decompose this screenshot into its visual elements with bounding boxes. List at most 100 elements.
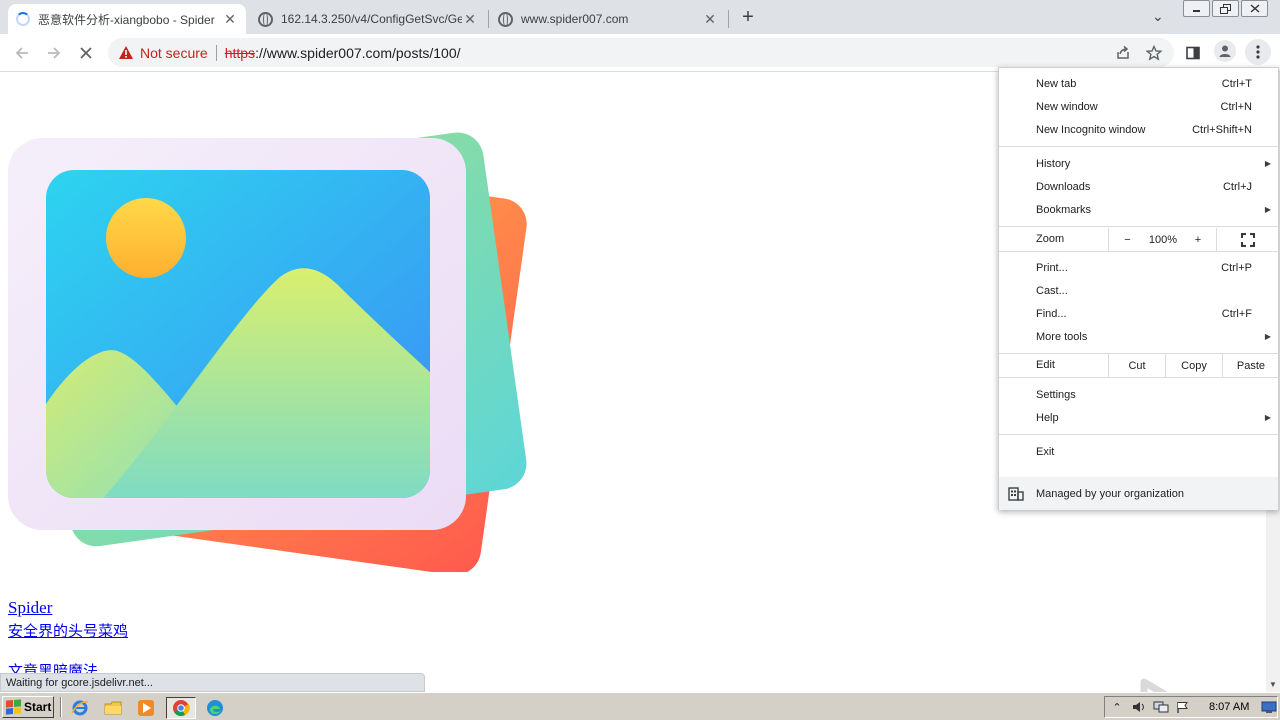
taskbar-clock[interactable]: 8:07 AM bbox=[1209, 701, 1249, 713]
menu-item-print[interactable]: Print... Ctrl+P bbox=[999, 256, 1279, 279]
url-text[interactable]: https://www.spider007.com/posts/100/ bbox=[225, 45, 461, 61]
share-icon[interactable] bbox=[1112, 42, 1134, 64]
menu-item-label: Settings bbox=[1036, 388, 1076, 401]
more-menu-button[interactable] bbox=[1245, 39, 1271, 65]
not-secure-label[interactable]: Not secure bbox=[140, 45, 208, 61]
menu-separator bbox=[999, 226, 1279, 227]
tab-spider[interactable]: 恶意软件分析-xiangbobo - Spider ✕ bbox=[8, 4, 246, 34]
fullscreen-button[interactable] bbox=[1216, 228, 1279, 251]
menu-item-shortcut: Ctrl+P bbox=[1221, 261, 1252, 274]
tab-title: 162.14.3.250/v4/ConfigGetSvc/Get bbox=[281, 12, 462, 26]
close-icon[interactable]: ✕ bbox=[702, 11, 718, 27]
url-scheme: https bbox=[224, 44, 256, 61]
menu-item-label: Help bbox=[1036, 411, 1059, 424]
menu-item-label: History bbox=[1036, 157, 1071, 170]
cut-button[interactable]: Cut bbox=[1108, 354, 1165, 377]
chrome-icon[interactable] bbox=[166, 697, 196, 719]
image-placeholder-illustration bbox=[8, 132, 527, 572]
menu-item-new-incognito-window[interactable]: New Incognito window Ctrl+Shift+N bbox=[999, 118, 1279, 141]
volume-icon[interactable] bbox=[1131, 700, 1147, 714]
side-panel-icon[interactable] bbox=[1182, 42, 1204, 64]
forward-arrow-icon bbox=[48, 47, 61, 59]
zoom-plus-icon: + bbox=[1194, 233, 1202, 246]
file-explorer-icon[interactable] bbox=[101, 697, 125, 719]
start-label: Start bbox=[24, 700, 52, 714]
zoom-value: 100% bbox=[1148, 233, 1178, 246]
minimize-button[interactable] bbox=[1183, 0, 1210, 17]
menu-item-label: Cast... bbox=[1036, 284, 1068, 297]
menu-item-find[interactable]: Find... Ctrl+F bbox=[999, 302, 1279, 325]
close-icon[interactable]: ✕ bbox=[222, 11, 238, 27]
site-title-link[interactable]: Spider bbox=[8, 598, 52, 618]
paste-button[interactable]: Paste bbox=[1222, 354, 1279, 377]
address-bar[interactable]: Not secure https://www.spider007.com/pos… bbox=[108, 38, 1174, 67]
site-subtitle-link[interactable]: 安全界的头号菜鸡 bbox=[8, 620, 128, 641]
tab-title: 恶意软件分析-xiangbobo - Spider bbox=[38, 12, 215, 27]
menu-item-bookmarks[interactable]: Bookmarks ▶ bbox=[999, 198, 1279, 221]
menu-item-settings[interactable]: Settings bbox=[999, 383, 1279, 406]
restore-button[interactable] bbox=[1212, 0, 1239, 17]
show-desktop-icon[interactable] bbox=[1261, 700, 1277, 714]
cut-label: Cut bbox=[1128, 359, 1146, 372]
zoom-level: 100% bbox=[1146, 228, 1180, 251]
tab-search-chevron-icon[interactable]: ⌄ bbox=[1152, 8, 1164, 25]
menu-separator bbox=[999, 146, 1279, 147]
action-center-flag-icon[interactable] bbox=[1175, 700, 1191, 714]
menu-item-new-tab[interactable]: New tab Ctrl+T bbox=[999, 72, 1279, 95]
stop-button[interactable] bbox=[75, 42, 97, 64]
menu-separator bbox=[999, 377, 1279, 378]
menu-edit-row: Edit Cut Copy Paste bbox=[999, 354, 1279, 377]
network-icon[interactable] bbox=[1153, 700, 1169, 714]
zoom-in-button[interactable]: + bbox=[1180, 228, 1216, 251]
edge-icon[interactable] bbox=[203, 697, 227, 719]
menu-item-label: Find... bbox=[1036, 307, 1067, 320]
bookmark-star-icon[interactable] bbox=[1143, 42, 1165, 64]
windows-taskbar: Start ⌃ 8:07 AM bbox=[0, 692, 1280, 720]
close-window-button[interactable] bbox=[1241, 0, 1268, 17]
menu-item-cast[interactable]: Cast... bbox=[999, 279, 1279, 302]
submenu-arrow-icon: ▶ bbox=[1264, 332, 1271, 341]
close-icon[interactable]: ✕ bbox=[462, 11, 478, 27]
fullscreen-icon bbox=[1241, 232, 1255, 247]
menu-item-label: More tools bbox=[1036, 330, 1088, 343]
submenu-arrow-icon: ▶ bbox=[1264, 413, 1271, 422]
copy-button[interactable]: Copy bbox=[1165, 354, 1222, 377]
show-hidden-icons-icon[interactable]: ⌃ bbox=[1109, 700, 1125, 714]
menu-item-label: New Incognito window bbox=[1036, 123, 1146, 136]
media-player-icon[interactable] bbox=[134, 697, 158, 719]
edit-label: Edit bbox=[1036, 359, 1055, 371]
globe-icon bbox=[258, 11, 273, 27]
new-tab-button[interactable]: + bbox=[737, 6, 759, 28]
tab-config[interactable]: 162.14.3.250/v4/ConfigGetSvc/Get ✕ bbox=[250, 4, 486, 34]
menu-item-history[interactable]: History ▶ bbox=[999, 152, 1279, 175]
close-icon bbox=[1250, 4, 1259, 13]
menu-item-label: Downloads bbox=[1036, 180, 1091, 193]
watermark-text-left: ANY bbox=[1038, 681, 1138, 692]
chrome-main-menu: New tab Ctrl+T New window Ctrl+N New Inc… bbox=[998, 67, 1279, 510]
scroll-down-arrow-icon[interactable]: ▼ bbox=[1266, 678, 1280, 692]
menu-item-label: New tab bbox=[1036, 77, 1077, 90]
internet-explorer-icon[interactable] bbox=[68, 697, 92, 719]
menu-item-more-tools[interactable]: More tools ▶ bbox=[999, 325, 1279, 348]
warning-icon[interactable] bbox=[118, 45, 134, 61]
menu-item-label: Exit bbox=[1036, 445, 1055, 458]
forward-button[interactable] bbox=[43, 42, 65, 64]
menu-item-new-window[interactable]: New window Ctrl+N bbox=[999, 95, 1279, 118]
managed-by-org-item[interactable]: Managed by your organization bbox=[999, 477, 1278, 510]
tab-spider007[interactable]: www.spider007.com ✕ bbox=[490, 4, 726, 34]
menu-separator bbox=[999, 434, 1279, 435]
menu-item-label: New window bbox=[1036, 100, 1098, 113]
url-path: ://www.spider007.com/posts/100/ bbox=[255, 44, 461, 61]
back-button[interactable] bbox=[11, 42, 33, 64]
menu-item-downloads[interactable]: Downloads Ctrl+J bbox=[999, 175, 1279, 198]
zoom-out-button[interactable]: − bbox=[1108, 228, 1146, 251]
menu-item-exit[interactable]: Exit bbox=[999, 440, 1279, 463]
menu-item-shortcut: Ctrl+T bbox=[1221, 77, 1252, 90]
back-arrow-icon bbox=[15, 47, 28, 59]
start-button[interactable]: Start bbox=[2, 696, 54, 718]
submenu-arrow-icon: ▶ bbox=[1264, 205, 1271, 214]
tab-title: www.spider007.com bbox=[521, 12, 629, 26]
menu-item-help[interactable]: Help ▶ bbox=[999, 406, 1279, 429]
profile-avatar-icon[interactable] bbox=[1214, 40, 1236, 62]
status-bubble: Waiting for gcore.jsdelivr.net... bbox=[0, 673, 425, 692]
